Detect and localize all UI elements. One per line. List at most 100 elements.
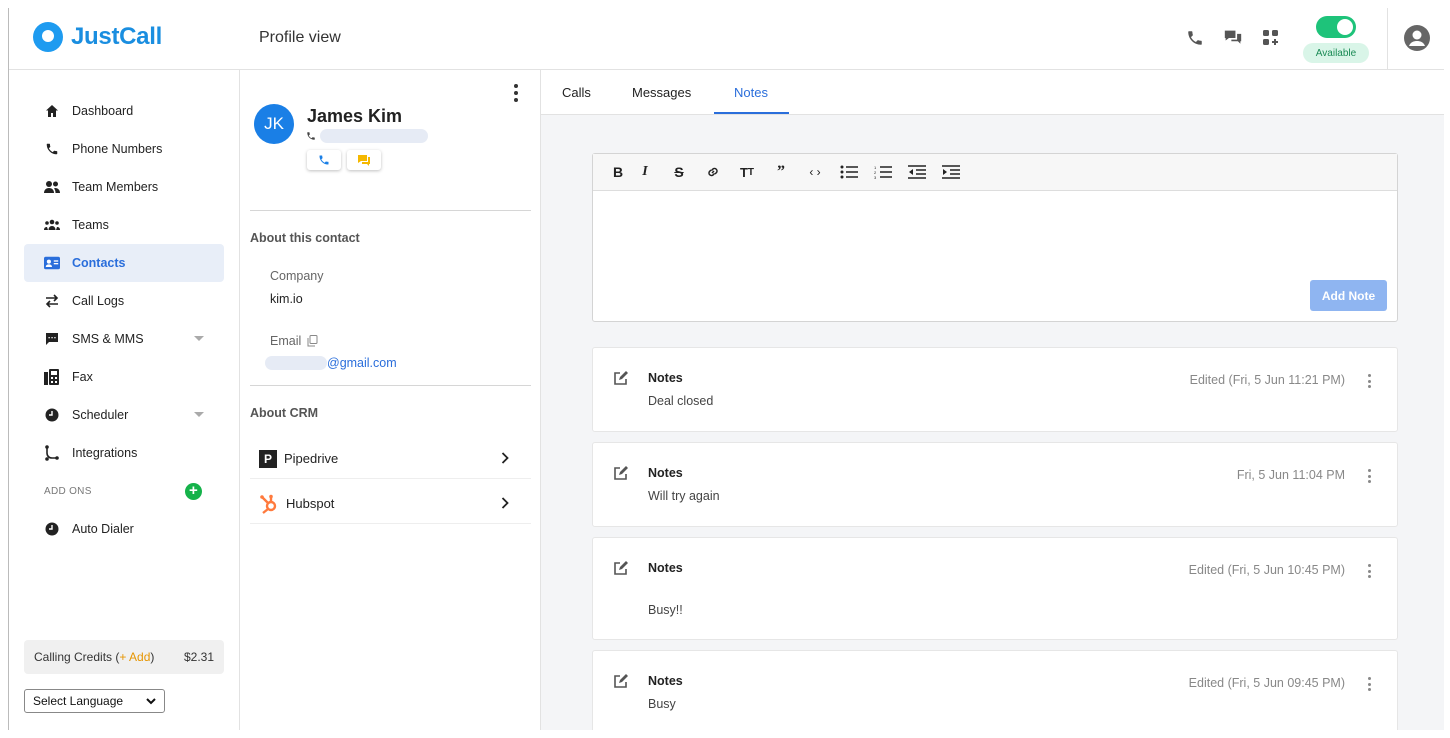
bold-icon[interactable]: B [608,162,628,182]
about-contact-title: About this contact [250,231,360,245]
add-addon-icon[interactable]: + [185,482,202,500]
main-content: Calls Messages Notes B I S TT ” ‹ › 12 3… [541,70,1444,730]
numbered-list-icon[interactable]: 123 [866,162,900,182]
add-note-button[interactable]: Add Note [1310,280,1387,311]
sidebar-item-auto-dialer[interactable]: Auto Dialer [24,510,224,548]
contacts-icon [44,255,60,271]
sidebar-item-sms-mms[interactable]: SMS & MMS [24,320,224,358]
company-label: Company [270,269,324,283]
crm-item-pipedrive[interactable]: P Pipedrive [250,439,531,479]
header-divider [1387,8,1388,70]
logo-icon [33,22,63,52]
editor-toolbar: B I S TT ” ‹ › 123 [593,154,1397,191]
note-more-icon[interactable] [1368,564,1371,578]
note-title: Notes [648,674,683,688]
note-body: Will try again [648,489,720,503]
sidebar-item-fax[interactable]: Fax [24,358,224,396]
integrations-icon [44,445,60,461]
bullet-list-icon[interactable] [832,162,866,182]
note-body: Busy!! [648,603,683,617]
page-title: Profile view [259,29,341,46]
fax-icon [44,369,60,385]
add-credits-link[interactable]: + Add [119,650,150,664]
indent-icon[interactable] [934,162,968,182]
chevron-down-icon[interactable] [194,412,204,417]
contact-actions [307,150,381,170]
tab-calls[interactable]: Calls [562,70,591,115]
code-icon[interactable]: ‹ › [798,162,832,182]
auto-dialer-icon [44,521,60,537]
note-card: Notes Deal closed Edited (Fri, 5 Jun 11:… [592,347,1398,432]
note-more-icon[interactable] [1368,677,1371,691]
contact-avatar: JK [254,104,294,144]
sidebar-item-contacts[interactable]: Contacts [24,244,224,282]
quote-icon[interactable]: ” [764,162,798,182]
more-options-icon[interactable] [514,84,518,102]
note-more-icon[interactable] [1368,374,1371,388]
app-frame: JustCall Profile view Available Dashboar… [8,8,1444,730]
edit-note-icon[interactable] [613,370,629,386]
sidebar-item-label: Call Logs [72,294,125,308]
apps-grid-icon[interactable] [1261,28,1281,48]
crm-item-hubspot[interactable]: Hubspot [250,484,531,524]
active-tab-indicator [714,112,789,114]
sidebar-item-team-members[interactable]: Team Members [24,168,224,206]
sidebar-item-scheduler[interactable]: Scheduler [24,396,224,434]
redacted-phone [320,129,428,143]
note-timestamp: Edited (Fri, 5 Jun 10:45 PM) [1188,563,1345,577]
availability-toggle[interactable]: Available [1303,16,1369,64]
company-label-text: Company [270,269,324,283]
italic-icon[interactable]: I [628,162,662,182]
language-select[interactable]: Select Language [24,689,165,713]
edit-note-icon[interactable] [613,673,629,689]
heading-icon[interactable]: TT [730,162,764,182]
edit-note-icon[interactable] [613,465,629,481]
tab-notes[interactable]: Notes [734,70,768,115]
sidebar-item-call-logs[interactable]: Call Logs [24,282,224,320]
note-text-area[interactable] [593,191,1397,321]
sidebar-item-integrations[interactable]: Integrations [24,434,224,472]
tab-messages[interactable]: Messages [632,70,691,115]
call-contact-button[interactable] [307,150,341,170]
note-card: Notes Busy!! Edited (Fri, 5 Jun 10:45 PM… [592,537,1398,640]
message-contact-button[interactable] [347,150,381,170]
status-badge: Available [1303,43,1369,63]
calling-credits: Calling Credits (+ Add) $2.31 [24,640,224,674]
chevron-down-icon[interactable] [194,336,204,341]
sidebar-item-dashboard[interactable]: Dashboard [24,92,224,130]
phone-icon[interactable] [1185,28,1205,48]
sidebar-item-label: Fax [72,370,93,384]
email-value[interactable]: @gmail.com [265,356,397,370]
note-title: Notes [648,466,683,480]
redacted-email [265,356,327,370]
svg-text:3: 3 [874,175,877,179]
note-more-icon[interactable] [1368,469,1371,483]
note-body: Deal closed [648,394,714,408]
note-title: Notes [648,561,683,575]
email-label-text: Email [270,334,302,348]
sidebar-item-teams[interactable]: Teams [24,206,224,244]
note-body: Busy [648,697,676,711]
credits-prefix: Calling Credits ( [34,650,120,664]
chat-icon[interactable] [1223,28,1243,48]
note-editor: B I S TT ” ‹ › 123 Add Note [592,153,1398,322]
justcall-logo[interactable]: JustCall [33,22,162,52]
phone-icon [44,141,60,157]
outdent-icon[interactable] [900,162,934,182]
strikethrough-icon[interactable]: S [662,162,696,182]
note-timestamp: Edited (Fri, 5 Jun 09:45 PM) [1188,676,1345,690]
note-card: Notes Will try again Fri, 5 Jun 11:04 PM [592,442,1398,527]
edit-note-icon[interactable] [613,560,629,576]
credits-amount: $2.31 [183,650,214,664]
crm-item-label: Pipedrive [284,451,339,466]
link-icon[interactable] [696,162,730,182]
sidebar-item-phone-numbers[interactable]: Phone Numbers [24,130,224,168]
copy-icon[interactable] [307,335,318,347]
sidebar: Dashboard Phone Numbers Team Members Tea… [9,70,240,730]
divider [250,385,531,386]
availability-switch[interactable] [1316,16,1356,38]
chevron-right-icon [501,497,509,509]
user-avatar-icon[interactable] [1403,24,1431,52]
contact-name: James Kim [307,106,403,126]
note-timestamp: Edited (Fri, 5 Jun 11:21 PM) [1189,373,1345,387]
